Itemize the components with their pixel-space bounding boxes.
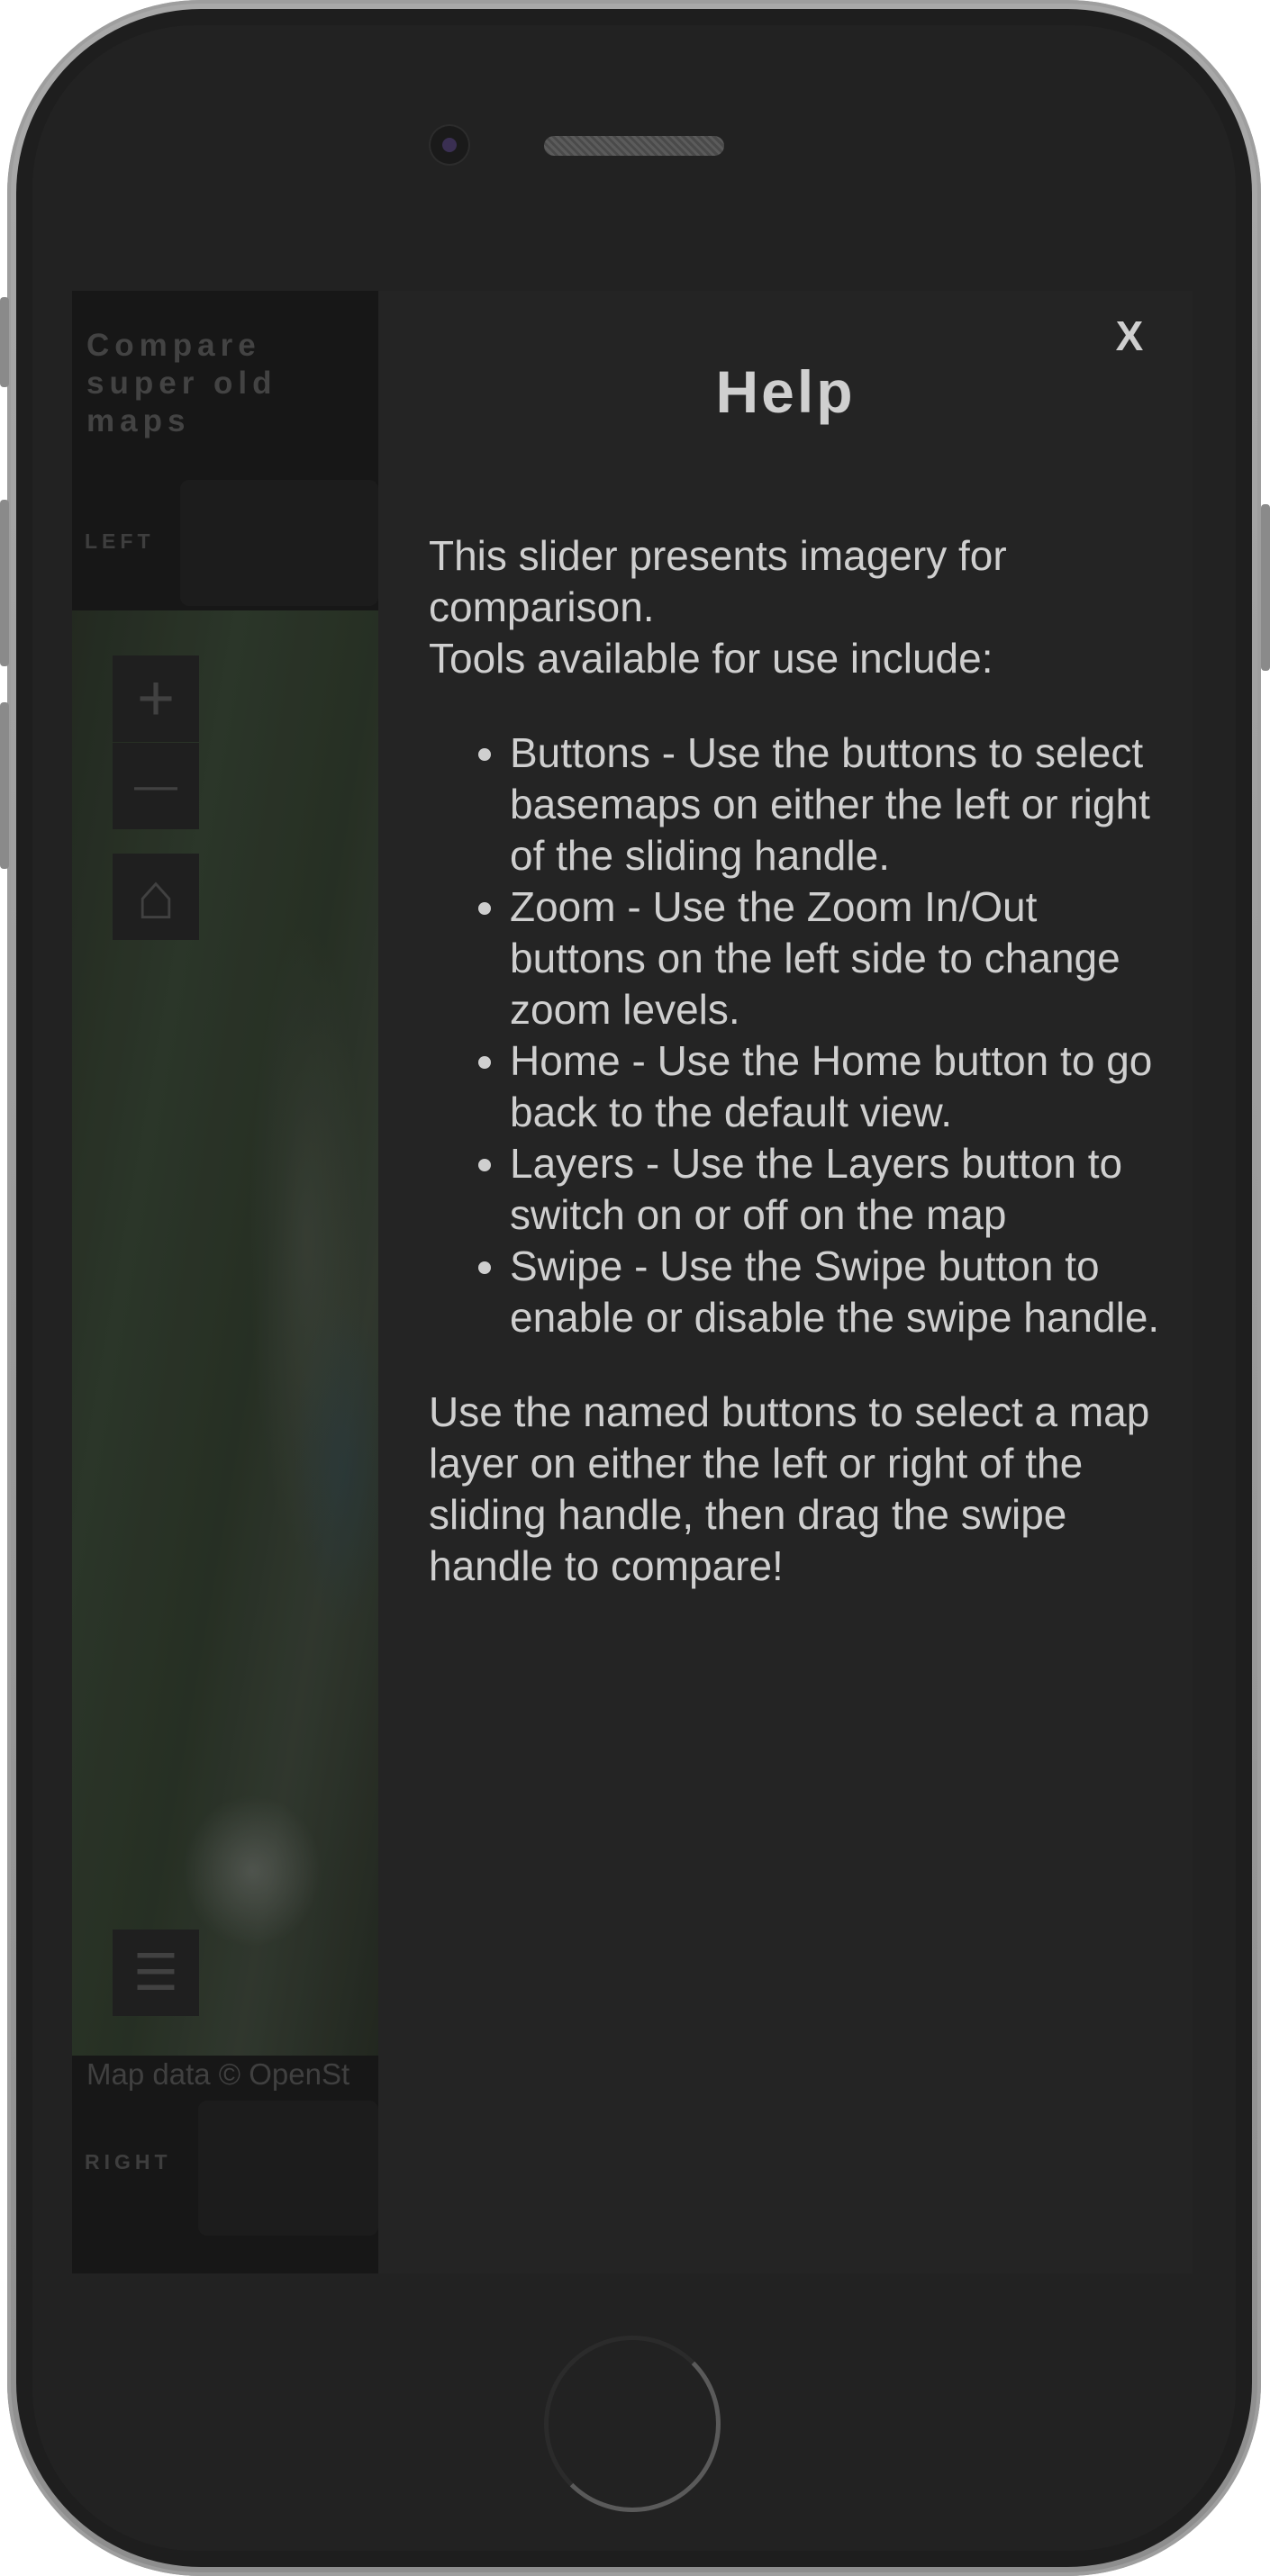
help-item-swipe: Swipe - Use the Swipe button to enable o… [510, 1241, 1167, 1343]
close-button[interactable]: X [1102, 309, 1157, 363]
help-item-home: Home - Use the Home button to go back to… [510, 1035, 1167, 1138]
power-button [1261, 504, 1270, 671]
help-intro-line2: Tools available for use include: [429, 635, 993, 682]
help-item-buttons: Buttons - Use the buttons to select base… [510, 728, 1167, 881]
screen: Compare super old maps LEFT + — ⌂ ☰ Map … [72, 291, 1193, 2273]
help-tools-list: Buttons - Use the buttons to select base… [429, 728, 1167, 1343]
earpiece-speaker [544, 136, 724, 156]
volume-up-button [0, 500, 9, 666]
mute-switch [0, 297, 9, 387]
background-app: Compare super old maps LEFT + — ⌂ ☰ Map … [72, 291, 378, 2273]
front-camera [431, 126, 468, 164]
home-button[interactable] [544, 2336, 721, 2512]
help-title: Help [715, 358, 856, 425]
help-panel: X Help This slider presents imagery for … [378, 291, 1193, 2273]
overlay-scrim [72, 291, 378, 2273]
help-intro-line1: This slider presents imagery for compari… [429, 532, 1007, 630]
help-outro: Use the named buttons to select a map la… [429, 1388, 1150, 1589]
help-body: This slider presents imagery for compari… [429, 530, 1167, 1592]
volume-down-button [0, 702, 9, 869]
help-item-layers: Layers - Use the Layers button to switch… [510, 1138, 1167, 1241]
help-item-zoom: Zoom - Use the Zoom In/Out buttons on th… [510, 881, 1167, 1035]
